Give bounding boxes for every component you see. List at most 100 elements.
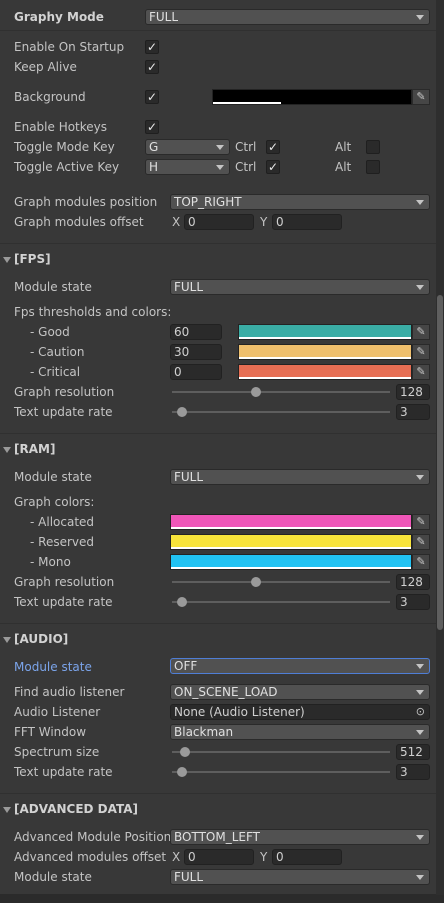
- fft-window-dropdown[interactable]: Blackman: [170, 724, 430, 740]
- fps-caution-field[interactable]: 30: [170, 344, 222, 360]
- foldout-arrow-icon[interactable]: [3, 257, 11, 263]
- spectrum-size-field[interactable]: 512: [396, 744, 430, 760]
- foldout-arrow-icon[interactable]: [3, 637, 11, 643]
- fps-critical-color[interactable]: [238, 364, 412, 380]
- divider: [0, 243, 436, 244]
- toggle-active-ctrl-checkbox[interactable]: ✓: [266, 160, 280, 174]
- toggle-mode-key-dropdown[interactable]: G: [145, 139, 230, 155]
- graph-modules-position-dropdown[interactable]: TOP_RIGHT: [170, 194, 430, 210]
- fps-module-state-value: FULL: [174, 280, 204, 294]
- audio-module-state-label: Module state: [14, 660, 92, 674]
- alpha-bar: [239, 357, 411, 359]
- advanced-module-position-value: BOTTOM_LEFT: [174, 830, 261, 844]
- fft-window-value: Blackman: [174, 725, 234, 739]
- eyedropper-icon[interactable]: ✎: [412, 514, 430, 530]
- ram-section-title[interactable]: [RAM]: [14, 441, 55, 457]
- eyedropper-icon[interactable]: ✎: [412, 89, 430, 105]
- fps-section-title[interactable]: [FPS]: [14, 251, 51, 267]
- offset-x-field[interactable]: 0: [184, 214, 254, 230]
- enable-on-startup-label: Enable On Startup: [14, 40, 125, 54]
- fps-critical-field[interactable]: 0: [170, 364, 222, 380]
- audio-listener-value: None (Audio Listener): [174, 705, 305, 719]
- keep-alive-checkbox[interactable]: ✓: [145, 60, 159, 74]
- offset-y-field[interactable]: 0: [272, 214, 342, 230]
- ram-graph-resolution-field[interactable]: 128: [396, 574, 430, 590]
- scrollbar-thumb[interactable]: [437, 295, 443, 630]
- ram-reserved-color[interactable]: [170, 534, 412, 550]
- enable-hotkeys-checkbox[interactable]: ✓: [145, 120, 159, 134]
- toggle-mode-ctrl-checkbox[interactable]: ✓: [266, 140, 280, 154]
- audio-module-state-dropdown[interactable]: OFF: [170, 658, 430, 674]
- slider-handle[interactable]: [180, 747, 190, 757]
- find-audio-listener-value: ON_SCENE_LOAD: [174, 685, 278, 699]
- advanced-module-state-dropdown[interactable]: FULL: [170, 869, 430, 885]
- fps-text-update-rate-field[interactable]: 3: [396, 404, 430, 420]
- eyedropper-icon[interactable]: ✎: [412, 364, 430, 380]
- advanced-module-position-dropdown[interactable]: BOTTOM_LEFT: [170, 829, 430, 845]
- fps-graph-resolution-label: Graph resolution: [14, 385, 115, 399]
- ctrl-label: Ctrl: [235, 160, 257, 174]
- chevron-down-icon: [416, 875, 424, 880]
- x-label: X: [172, 215, 181, 229]
- fps-caution-color[interactable]: [238, 344, 412, 360]
- enable-hotkeys-label: Enable Hotkeys: [14, 120, 108, 134]
- spectrum-size-slider[interactable]: [172, 751, 390, 753]
- slider-handle[interactable]: [177, 597, 187, 607]
- slider-handle[interactable]: [177, 767, 187, 777]
- chevron-down-icon: [416, 15, 424, 20]
- chevron-down-icon: [216, 145, 224, 150]
- ram-allocated-color[interactable]: [170, 514, 412, 530]
- ram-text-update-rate-field[interactable]: 3: [396, 594, 430, 610]
- fps-graph-resolution-slider[interactable]: [172, 391, 390, 393]
- ram-module-state-dropdown[interactable]: FULL: [170, 469, 430, 485]
- advanced-modules-offset-label: Advanced modules offset: [14, 850, 167, 864]
- background-color-field[interactable]: [212, 89, 412, 105]
- toggle-mode-alt-checkbox[interactable]: [366, 140, 380, 154]
- ram-text-update-rate-label: Text update rate: [14, 595, 113, 609]
- chevron-down-icon: [216, 165, 224, 170]
- audio-listener-object-field[interactable]: None (Audio Listener) ⊙: [170, 704, 430, 720]
- advanced-module-state-value: FULL: [174, 870, 204, 884]
- audio-text-update-rate-label: Text update rate: [14, 765, 113, 779]
- audio-text-update-rate-slider[interactable]: [172, 771, 390, 773]
- eyedropper-icon[interactable]: ✎: [412, 344, 430, 360]
- alpha-bar: [213, 102, 281, 104]
- background-checkbox[interactable]: ✓: [145, 90, 159, 104]
- audio-section-title[interactable]: [AUDIO]: [14, 631, 68, 647]
- toggle-active-alt-checkbox[interactable]: [366, 160, 380, 174]
- find-audio-listener-dropdown[interactable]: ON_SCENE_LOAD: [170, 684, 430, 700]
- fps-text-update-rate-slider[interactable]: [172, 411, 390, 413]
- fps-good-color[interactable]: [238, 324, 412, 340]
- fps-module-state-dropdown[interactable]: FULL: [170, 279, 430, 295]
- ram-text-update-rate-slider[interactable]: [172, 601, 390, 603]
- advanced-offset-y-field[interactable]: 0: [272, 849, 342, 865]
- fps-graph-resolution-field[interactable]: 128: [396, 384, 430, 400]
- foldout-arrow-icon[interactable]: [3, 447, 11, 453]
- advanced-section-title[interactable]: [ADVANCED DATA]: [14, 801, 138, 817]
- advanced-offset-x-field[interactable]: 0: [184, 849, 254, 865]
- ctrl-label: Ctrl: [235, 140, 257, 154]
- ram-graph-resolution-slider[interactable]: [172, 581, 390, 583]
- object-picker-icon[interactable]: ⊙: [416, 705, 425, 719]
- enable-on-startup-checkbox[interactable]: ✓: [145, 40, 159, 54]
- ram-mono-color[interactable]: [170, 554, 412, 570]
- slider-handle[interactable]: [251, 577, 261, 587]
- ram-graph-colors-label: Graph colors:: [14, 495, 95, 509]
- slider-handle[interactable]: [177, 407, 187, 417]
- eyedropper-icon[interactable]: ✎: [412, 534, 430, 550]
- y-label: Y: [260, 850, 268, 864]
- foldout-arrow-icon[interactable]: [3, 807, 11, 813]
- audio-text-update-rate-field[interactable]: 3: [396, 764, 430, 780]
- alpha-bar: [171, 547, 411, 549]
- chevron-down-icon: [416, 475, 424, 480]
- fps-good-field[interactable]: 60: [170, 324, 222, 340]
- eyedropper-icon[interactable]: ✎: [412, 554, 430, 570]
- fps-thresholds-label: Fps thresholds and colors:: [14, 305, 172, 319]
- slider-handle[interactable]: [251, 387, 261, 397]
- audio-module-state-value: OFF: [174, 659, 198, 673]
- fft-window-label: FFT Window: [14, 725, 87, 739]
- eyedropper-icon[interactable]: ✎: [412, 324, 430, 340]
- toggle-active-key-value: H: [149, 160, 159, 174]
- toggle-active-key-dropdown[interactable]: H: [145, 159, 230, 175]
- graphy-mode-dropdown[interactable]: FULL: [145, 9, 430, 25]
